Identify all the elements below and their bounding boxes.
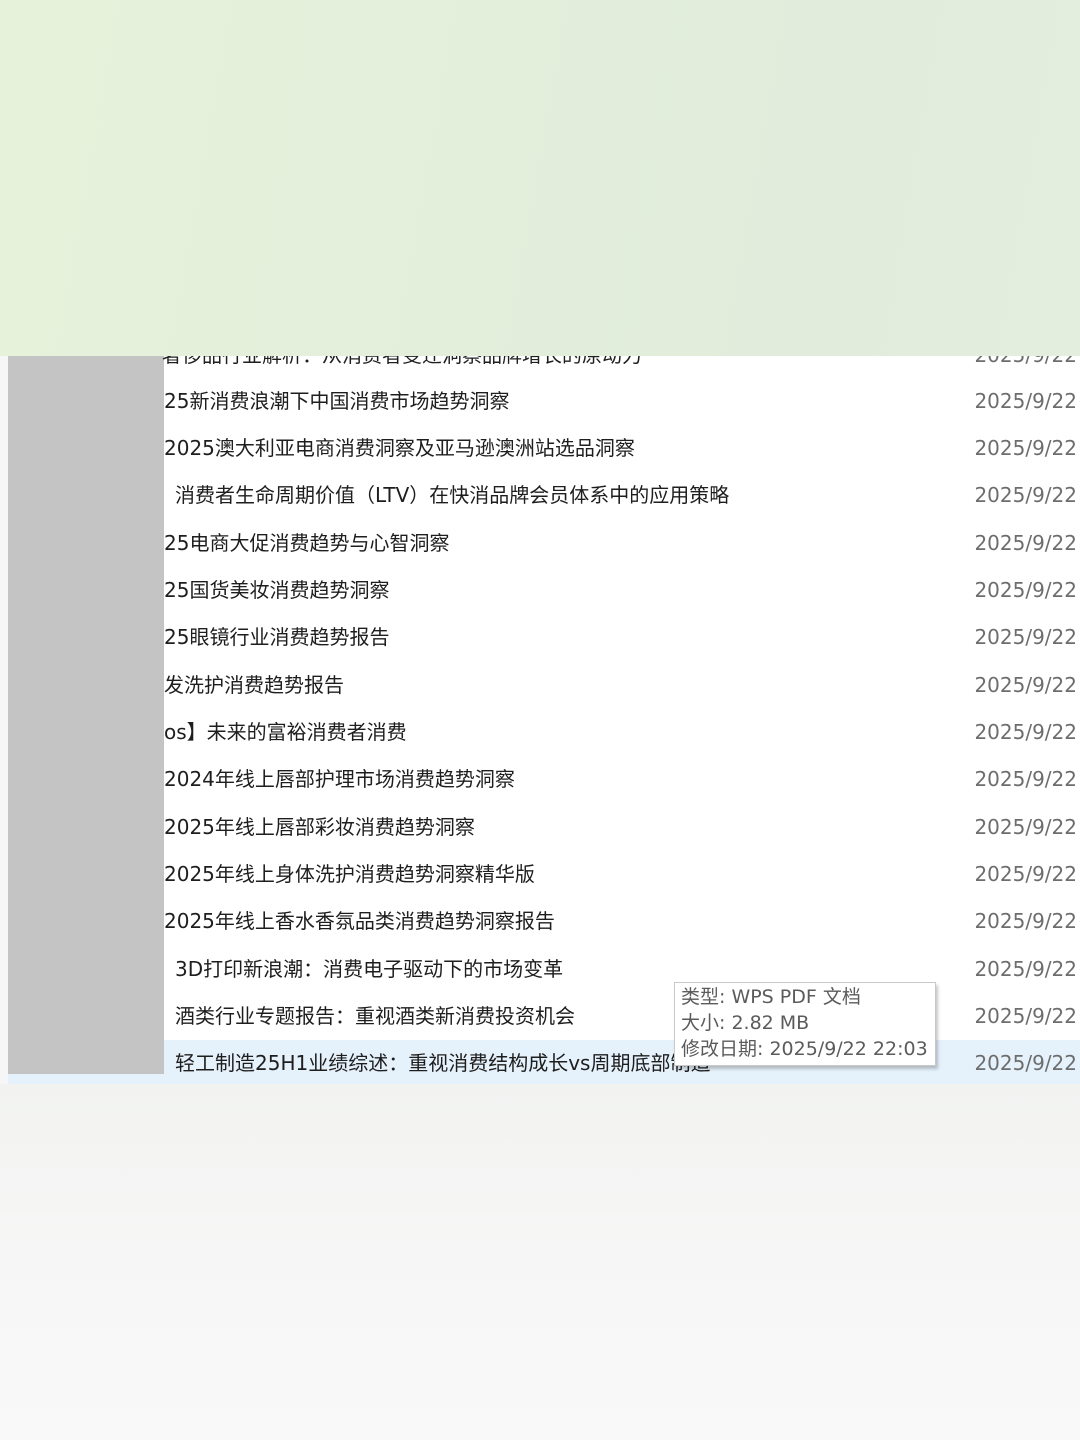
file-date: 2025/9/22	[974, 578, 1077, 602]
file-row[interactable]: 2025年线上身体洗护消费趋势洞察精华版 2025/9/22	[8, 851, 1080, 897]
file-row[interactable]: 消费者生命周期价值（LTV）在快消品牌会员体系中的应用策略 2025/9/22	[8, 472, 1080, 518]
file-row[interactable]: 25国货美妆消费趋势洞察 2025/9/22	[8, 567, 1080, 613]
file-date: 2025/9/22	[974, 720, 1077, 744]
file-name[interactable]: 奢侈品行业解析：从消费者变迁洞察品牌增长的原动力	[162, 356, 642, 378]
file-date: 2025/9/22	[974, 815, 1077, 839]
file-date: 2025/9/22	[974, 356, 1077, 378]
file-date: 2025/9/22	[974, 436, 1077, 460]
file-name[interactable]: 2024年线上唇部护理市场消费趋势洞察	[164, 756, 515, 802]
file-row[interactable]: 发洗护消费趋势报告 2025/9/22	[8, 662, 1080, 708]
file-date: 2025/9/22	[974, 957, 1077, 981]
file-date: 2025/9/22	[974, 862, 1077, 886]
file-name[interactable]: 2025年线上身体洗护消费趋势洞察精华版	[164, 851, 535, 897]
file-name[interactable]: 25新消费浪潮下中国消费市场趋势洞察	[164, 378, 509, 424]
file-date: 2025/9/22	[974, 673, 1077, 697]
top-background-band	[0, 0, 1080, 356]
file-date: 2025/9/22	[974, 909, 1077, 933]
file-name[interactable]: 25眼镜行业消费趋势报告	[164, 614, 389, 660]
tooltip-modified: 修改日期: 2025/9/22 22:03	[681, 1038, 928, 1060]
file-row[interactable]: 25新消费浪潮下中国消费市场趋势洞察 2025/9/22	[8, 378, 1080, 424]
tooltip-type: 类型: WPS PDF 文档	[681, 986, 861, 1008]
bottom-background-band	[0, 1084, 1080, 1440]
file-name[interactable]: 2025澳大利亚电商消费洞察及亚马逊澳洲站选品洞察	[164, 425, 635, 471]
redaction-block	[8, 356, 164, 1074]
file-name[interactable]: 2025年线上唇部彩妆消费趋势洞察	[164, 804, 475, 850]
file-date: 2025/9/22	[974, 1051, 1077, 1075]
file-row[interactable]: 25电商大促消费趋势与心智洞察 2025/9/22	[8, 520, 1080, 566]
file-row[interactable]: 2025澳大利亚电商消费洞察及亚马逊澳洲站选品洞察 2025/9/22	[8, 425, 1080, 471]
file-list-view: 奢侈品行业解析：从消费者变迁洞察品牌增长的原动力 2025/9/22 25新消费…	[0, 356, 1080, 1084]
file-row[interactable]: 25眼镜行业消费趋势报告 2025/9/22	[8, 614, 1080, 660]
file-name[interactable]: 25国货美妆消费趋势洞察	[164, 567, 389, 613]
file-name[interactable]: os】未来的富裕消费者消费	[164, 709, 407, 755]
file-date: 2025/9/22	[974, 625, 1077, 649]
file-row[interactable]: 2025年线上香水香氛品类消费趋势洞察报告 2025/9/22	[8, 898, 1080, 944]
file-row[interactable]: 2024年线上唇部护理市场消费趋势洞察 2025/9/22	[8, 756, 1080, 802]
file-date: 2025/9/22	[974, 531, 1077, 555]
file-name[interactable]: 轻工制造25H1业绩综述：重视消费结构成长vs周期底部制造	[175, 1040, 710, 1084]
file-row[interactable]: 2025年线上唇部彩妆消费趋势洞察 2025/9/22	[8, 804, 1080, 850]
file-date: 2025/9/22	[974, 1004, 1077, 1028]
file-row[interactable]: os】未来的富裕消费者消费 2025/9/22	[8, 709, 1080, 755]
file-name[interactable]: 2025年线上香水香氛品类消费趋势洞察报告	[164, 898, 555, 944]
file-info-tooltip: 类型: WPS PDF 文档 大小: 2.82 MB 修改日期: 2025/9/…	[674, 982, 936, 1066]
file-name[interactable]: 3D打印新浪潮：消费电子驱动下的市场变革	[175, 946, 563, 992]
file-name[interactable]: 发洗护消费趋势报告	[164, 662, 344, 708]
file-name[interactable]: 消费者生命周期价值（LTV）在快消品牌会员体系中的应用策略	[175, 472, 729, 518]
tooltip-size: 大小: 2.82 MB	[681, 1012, 810, 1034]
file-name[interactable]: 25电商大促消费趋势与心智洞察	[164, 520, 449, 566]
file-date: 2025/9/22	[974, 389, 1077, 413]
file-name[interactable]: 酒类行业专题报告：重视酒类新消费投资机会	[175, 993, 575, 1039]
file-date: 2025/9/22	[974, 483, 1077, 507]
file-date: 2025/9/22	[974, 767, 1077, 791]
left-edge-strip	[0, 356, 8, 1084]
